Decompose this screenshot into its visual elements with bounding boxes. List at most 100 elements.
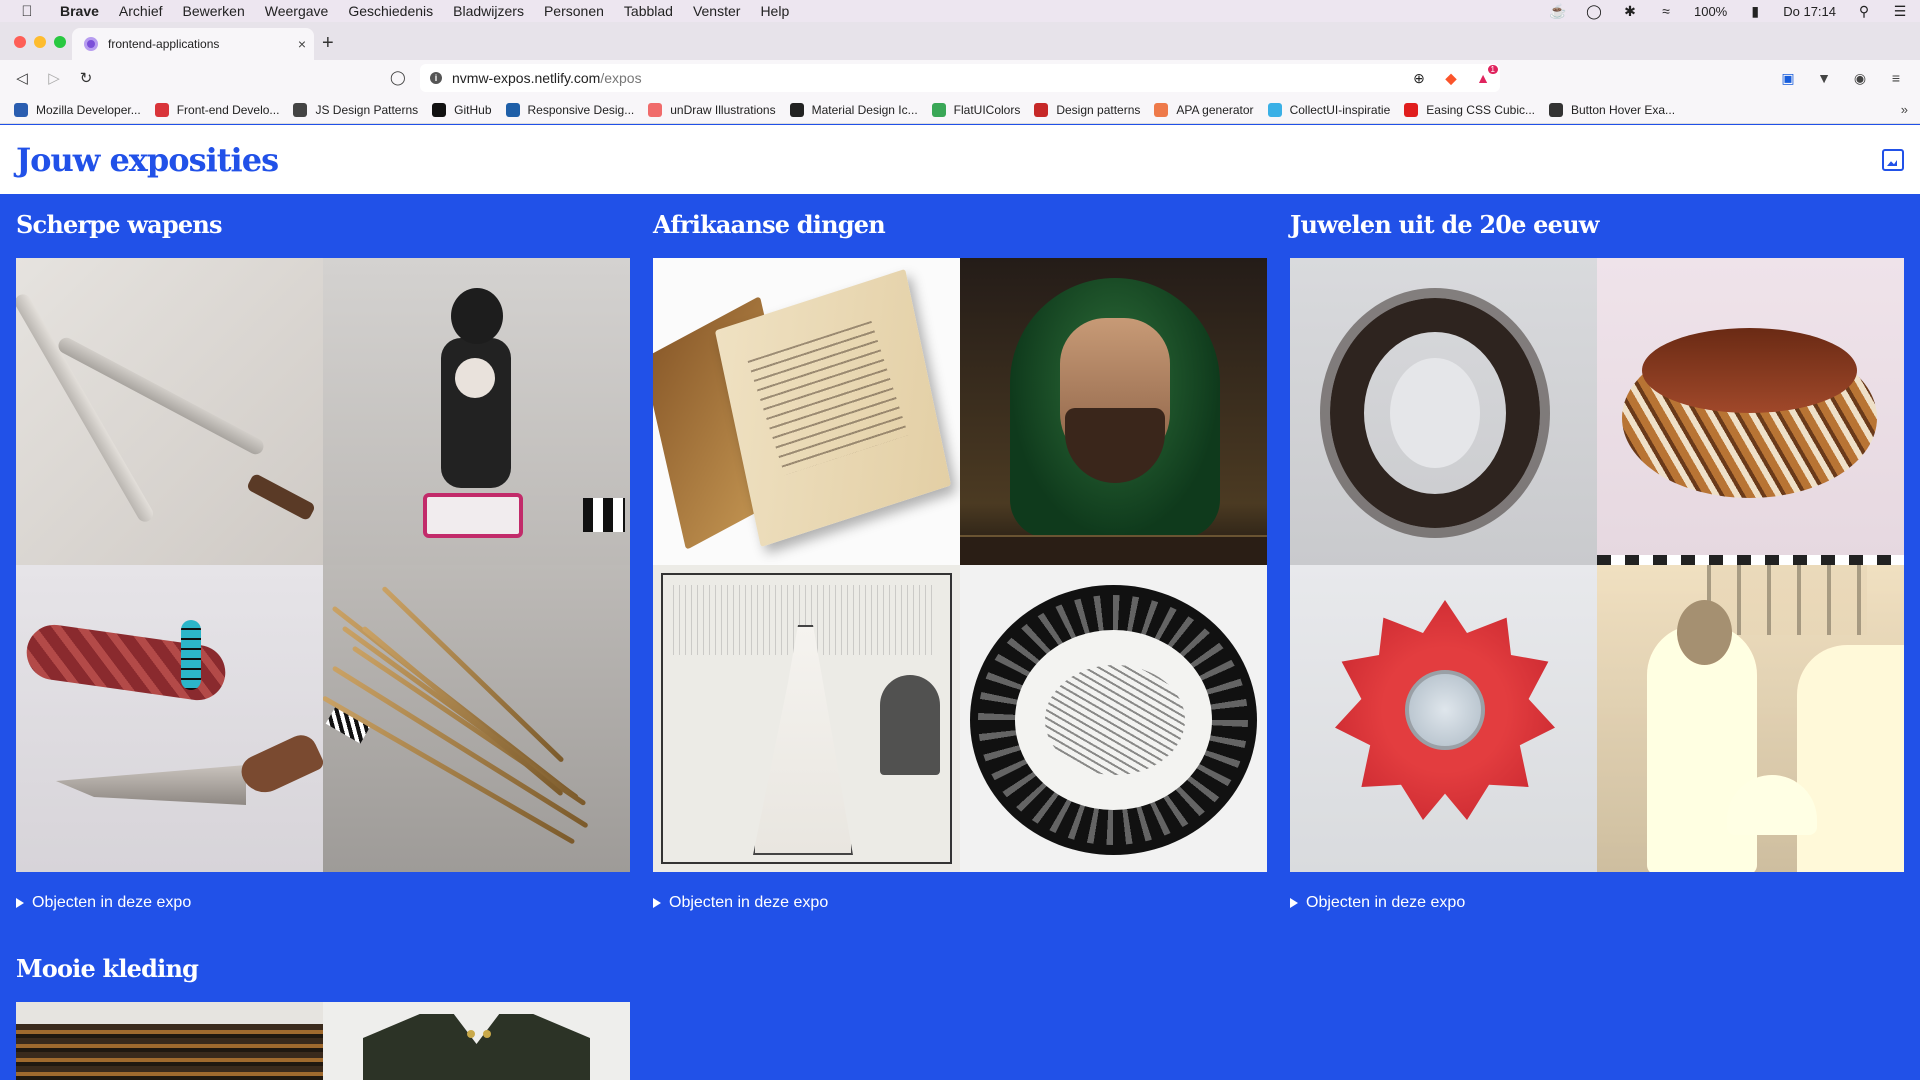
bookmark-item[interactable]: FlatUIColors [931,102,1020,117]
bookmark-page-icon[interactable]: ◯ [390,69,406,86]
brave-rewards-icon[interactable]: ▲ 1 [1474,65,1498,87]
menu-personen[interactable]: Personen [544,3,604,19]
bookmarks-overflow-icon[interactable]: » [1901,102,1908,117]
bookmark-item[interactable]: Easing CSS Cubic... [1404,102,1535,117]
menu-help[interactable]: Help [760,3,789,19]
bookmark-favicon-icon [1548,102,1563,117]
bookmark-item[interactable]: JS Design Patterns [293,102,419,117]
menu-geschiedenis[interactable]: Geschiedenis [348,3,433,19]
bookmark-item[interactable]: APA generator [1154,102,1254,117]
bookmarks-bar: Mozilla Developer... Front-end Develo... J… [0,96,1920,124]
browser-menu-icon[interactable]: ≡ [1886,68,1906,88]
menu-weergave[interactable]: Weergave [265,3,329,19]
reload-icon[interactable]: ↻ [78,70,94,87]
expo-image-cloth[interactable] [16,1002,323,1080]
creative-cloud-icon[interactable]: ◯ [1586,3,1602,19]
expo-title: Scherpe wapens [16,210,223,239]
battery-icon[interactable]: ▮ [1747,3,1763,19]
battery-percentage[interactable]: 100% [1694,4,1727,19]
menu-tabblad[interactable]: Tabblad [624,3,673,19]
bookmark-item[interactable]: unDraw Illustrations [648,102,776,117]
gallery-icon[interactable] [1882,149,1904,171]
expo-objects-label: Objecten in deze expo [669,894,829,911]
bookmark-item[interactable]: Material Design Ic... [789,102,918,117]
profile-extension-icon[interactable]: ◉ [1850,68,1870,88]
bookmark-item[interactable]: CollectUI-inspiratie [1267,102,1391,117]
expo-image-jacket[interactable] [323,1002,630,1080]
notification-center-icon[interactable]: ☰ [1892,3,1908,19]
expo-image-machete[interactable] [16,258,323,565]
expo-image-drawing[interactable] [653,565,960,872]
bookmark-favicon-icon [1404,102,1419,117]
zoom-indicator-icon[interactable]: ⊕ [1410,69,1428,87]
bookmark-item[interactable]: Button Hover Exa... [1548,102,1676,117]
browser-tab-active[interactable]: frontend-applications × [72,28,314,60]
page-title: Jouw exposities [16,141,279,179]
expo-image-bracelet[interactable] [1597,258,1904,565]
menu-venster[interactable]: Venster [693,3,740,19]
tab-title: frontend-applications [108,37,220,51]
expo-objects-label: Objecten in deze expo [32,894,192,911]
url-host: nvmw-expos.netlify.com [452,70,601,86]
wifi-icon[interactable]: ≈ [1658,3,1674,19]
expo-objects-toggle[interactable]: Objecten in deze expo [16,894,191,912]
expo-image-arrows[interactable] [323,565,630,872]
bookmark-label: Mozilla Developer... [36,102,141,117]
expo-image-grid [16,258,630,872]
zoom-window-button[interactable] [54,36,66,48]
forward-icon[interactable]: ▷ [46,70,62,87]
apple-icon[interactable]:  [20,3,34,20]
close-window-button[interactable] [14,36,26,48]
expo-image-portrait[interactable] [960,258,1267,565]
menu-archief[interactable]: Archief [119,3,163,19]
expo-image-photo[interactable] [1597,565,1904,872]
menu-bladwijzers[interactable]: Bladwijzers [453,3,524,19]
address-bar[interactable]: i nvmw-expos.netlify.com/expos ⊕ ◆ ▲ 1 [420,64,1500,92]
macos-menu-bar:  Brave Archief Bewerken Weergave Geschi… [0,0,1920,22]
back-icon[interactable]: ◁ [14,70,30,87]
expo-image-calligraphy[interactable] [960,565,1267,872]
bluetooth-icon[interactable]: ✱ [1622,3,1638,19]
tab-close-icon[interactable]: × [298,36,306,52]
bookmark-label: CollectUI-inspiratie [1289,102,1391,117]
expo-card: Juwelen uit de 20e eeuw Objecten in deze… [1290,210,1904,911]
minimize-window-button[interactable] [34,36,46,48]
bookmark-item[interactable]: GitHub [432,102,492,117]
expo-image-grid [1290,258,1904,872]
bookmark-label: Easing CSS Cubic... [1426,102,1535,117]
bookmark-label: Front-end Develo... [176,102,280,117]
bookmark-favicon-icon [432,102,447,117]
bookmark-item[interactable]: Responsive Desig... [505,102,634,117]
menubar-clock[interactable]: Do 17:14 [1783,4,1836,19]
bookmark-label: Button Hover Exa... [1570,102,1676,117]
site-info-icon[interactable]: i [430,72,442,84]
expo-image-star-mirror[interactable] [1290,565,1597,872]
bookmark-favicon-icon [789,102,804,117]
bookmark-item[interactable]: Design patterns [1034,102,1140,117]
bookmark-favicon-icon [505,102,520,117]
bookmark-label: unDraw Illustrations [670,102,776,117]
expo-image-figurine[interactable] [323,258,630,565]
expo-title: Mooie kleding [16,954,199,983]
expo-objects-toggle[interactable]: Objecten in deze expo [653,894,828,912]
bookmark-favicon-icon [1267,102,1282,117]
vue-devtools-extension-icon[interactable]: ▼ [1814,68,1834,88]
menu-bewerken[interactable]: Bewerken [183,3,245,19]
new-tab-button[interactable]: + [322,33,334,53]
brave-shields-icon[interactable]: ◆ [1442,69,1460,87]
expo-image-manuscript[interactable] [653,258,960,565]
bookmark-favicon-icon [1034,102,1049,117]
spotlight-search-icon[interactable]: ⚲ [1856,3,1872,19]
bitwarden-extension-icon[interactable]: ▣ [1778,68,1798,88]
bookmark-item[interactable]: Front-end Develo... [154,102,280,117]
bookmark-favicon-icon [648,102,663,117]
menu-app-name[interactable]: Brave [60,3,99,19]
bookmark-item[interactable]: Mozilla Developer... [14,102,141,117]
disclosure-triangle-icon [16,898,24,908]
bookmark-label: JS Design Patterns [315,102,419,117]
expo-objects-label: Objecten in deze expo [1306,894,1466,911]
caffeine-icon[interactable]: ☕ [1549,3,1566,19]
expo-image-knife[interactable] [16,565,323,872]
expo-objects-toggle[interactable]: Objecten in deze expo [1290,894,1465,912]
expo-image-feather-ring[interactable] [1290,258,1597,565]
